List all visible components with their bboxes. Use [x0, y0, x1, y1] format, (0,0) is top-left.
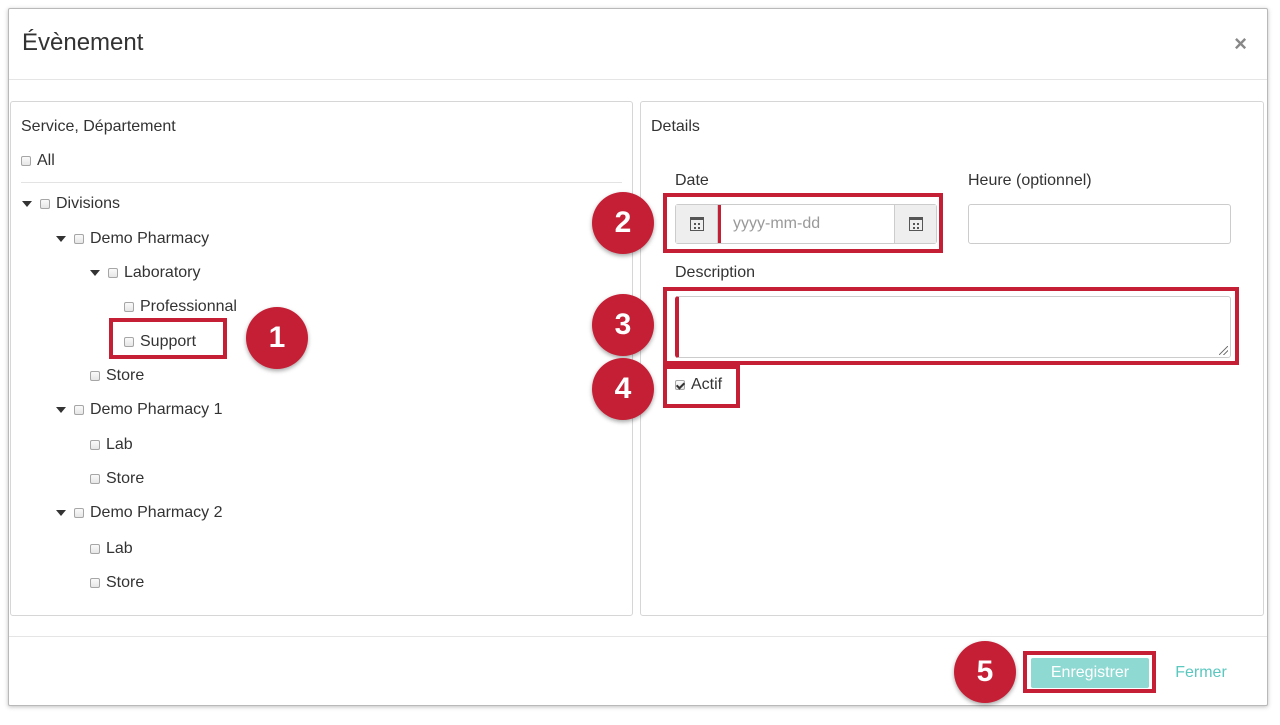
checkbox-store[interactable] [90, 371, 100, 381]
checkbox-demo-pharmacy-2[interactable] [74, 508, 84, 518]
tree-item-label: Divisions [56, 195, 121, 212]
caret-down-icon[interactable] [22, 201, 32, 207]
actif-checkbox[interactable] [675, 380, 685, 390]
divider [21, 182, 622, 183]
tree-item-store[interactable]: Store [90, 470, 144, 488]
tree-item-label: Laboratory [124, 264, 201, 281]
tree-item-label: Lab [106, 436, 133, 453]
tree-item-demo-pharmacy-2[interactable]: Demo Pharmacy 2 [56, 504, 223, 522]
modal-title: Évènement [22, 29, 144, 56]
actif-checkbox-row[interactable]: Actif [675, 376, 722, 394]
tree-item-label: Demo Pharmacy [90, 230, 210, 247]
checkbox-divisions[interactable] [40, 199, 50, 209]
annotation-badge-2: 2 [592, 192, 654, 254]
description-textarea[interactable] [675, 296, 1231, 358]
close-icon[interactable]: × [1234, 33, 1247, 55]
checkbox-support[interactable] [124, 337, 134, 347]
checkbox-professionnal[interactable] [124, 302, 134, 312]
actif-label: Actif [691, 376, 723, 393]
tree-item-store[interactable]: Store [90, 367, 144, 385]
time-label: Heure (optionnel) [968, 172, 1092, 189]
tree-item-label: Demo Pharmacy 2 [90, 504, 223, 521]
save-button[interactable]: Enregistrer [1031, 658, 1149, 688]
calendar-icon [908, 217, 923, 231]
checkbox-all[interactable] [21, 156, 31, 166]
service-department-panel: Service, Département All Divisions Demo … [10, 101, 633, 616]
caret-down-icon[interactable] [90, 270, 100, 276]
date-label: Date [675, 172, 709, 189]
date-input[interactable] [718, 205, 894, 243]
event-modal: Évènement × Service, Département All Div… [8, 8, 1268, 706]
tree-item-label: Store [106, 574, 145, 591]
caret-down-icon[interactable] [56, 236, 66, 242]
tree-item-demo-pharmacy-1[interactable]: Demo Pharmacy 1 [56, 401, 223, 419]
tree-item-store[interactable]: Store [90, 574, 144, 592]
time-input[interactable] [968, 204, 1231, 244]
tree-item-label: Demo Pharmacy 1 [90, 401, 223, 418]
calendar-button-right[interactable] [894, 205, 936, 243]
tree-item-lab[interactable]: Lab [90, 540, 133, 558]
date-input-group [675, 204, 937, 244]
checkbox-laboratory[interactable] [108, 268, 118, 278]
panel-heading-details: Details [651, 118, 700, 135]
checkbox-all-row[interactable]: All [21, 152, 55, 170]
calendar-icon [689, 217, 704, 231]
checkbox-all-label: All [37, 152, 55, 169]
tree-item-lab[interactable]: Lab [90, 436, 133, 454]
tree-item-demo-pharmacy[interactable]: Demo Pharmacy [56, 230, 209, 248]
checkbox-demo-pharmacy-1[interactable] [74, 405, 84, 415]
modal-header: Évènement × [9, 9, 1267, 80]
close-button[interactable]: Fermer [1161, 658, 1241, 688]
checkbox-store[interactable] [90, 578, 100, 588]
modal-footer: Enregistrer Fermer [9, 636, 1267, 707]
checkbox-store[interactable] [90, 474, 100, 484]
description-label: Description [675, 264, 756, 281]
resize-grip-icon[interactable] [1219, 346, 1228, 355]
annotation-badge-5: 5 [954, 641, 1016, 703]
calendar-button-left[interactable] [676, 205, 718, 243]
annotation-badge-3: 3 [592, 294, 654, 356]
tree-item-divisions[interactable]: Divisions [22, 195, 120, 213]
checkbox-demo-pharmacy[interactable] [74, 234, 84, 244]
tree-item-professionnal[interactable]: Professionnal [124, 298, 237, 316]
checkbox-lab[interactable] [90, 544, 100, 554]
details-panel: Details Date Heure (optionnel) Descripti… [640, 101, 1264, 616]
tree-item-label: Store [106, 367, 145, 384]
panel-heading-service: Service, Département [21, 118, 176, 135]
tree-item-label: Support [140, 333, 197, 350]
tree-item-label: Store [106, 470, 145, 487]
checkbox-lab[interactable] [90, 440, 100, 450]
tree-item-label: Professionnal [140, 298, 237, 315]
caret-down-icon[interactable] [56, 510, 66, 516]
tree-item-label: Lab [106, 540, 133, 557]
tree-item-laboratory[interactable]: Laboratory [90, 264, 201, 282]
caret-down-icon[interactable] [56, 407, 66, 413]
tree-item-support[interactable]: Support [124, 333, 196, 351]
annotation-badge-4: 4 [592, 358, 654, 420]
annotation-badge-1: 1 [246, 307, 308, 369]
